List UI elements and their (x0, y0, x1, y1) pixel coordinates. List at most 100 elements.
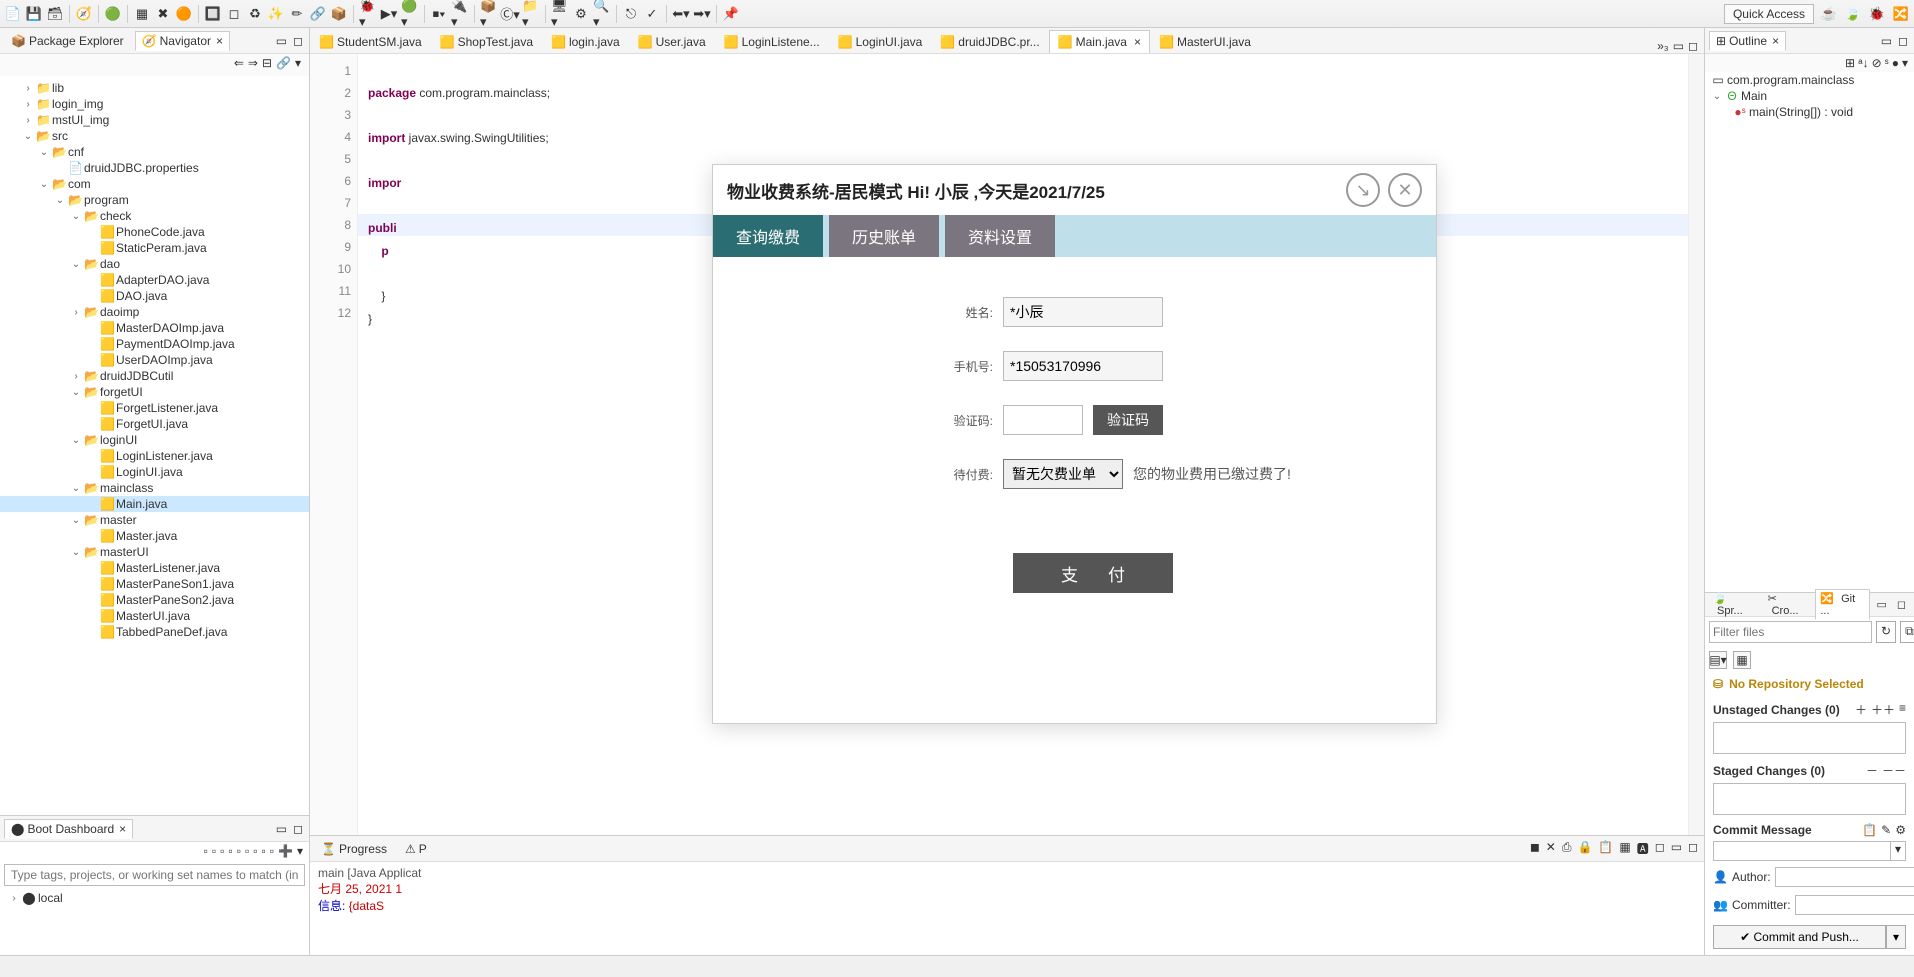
tab-boot-dashboard[interactable]: ⬤ Boot Dashboard × (4, 819, 133, 839)
author-input[interactable] (1775, 867, 1914, 887)
tab-query-pay[interactable]: 查询缴费 (713, 215, 823, 257)
new-pkg-icon[interactable]: 📦▾ (480, 5, 498, 23)
link-editor-icon[interactable]: 🔗 (276, 56, 291, 74)
tree-item[interactable]: ⌄📂master (0, 512, 309, 528)
compass-icon[interactable]: 🧭 (75, 5, 93, 23)
min-icon[interactable]: ▭ (274, 822, 289, 836)
outline-package[interactable]: ▭com.program.mainclass (1705, 72, 1914, 88)
editor-tab[interactable]: 🟨LoginUI.java (829, 30, 932, 53)
tree-item[interactable]: ⌄📂program (0, 192, 309, 208)
new-folder-icon[interactable]: 📁▾ (522, 5, 540, 23)
tree-item[interactable]: 🟨PaymentDAOImp.java (0, 336, 309, 352)
overflow-icon[interactable]: »₃ (1657, 39, 1669, 53)
editor-tab[interactable]: 🟨druidJDBC.pr... (931, 30, 1048, 53)
due-select[interactable]: 暂无欠费业单 (1003, 459, 1123, 489)
close-icon[interactable]: ✕ (1388, 173, 1422, 207)
pay-button[interactable]: 支付 (1013, 553, 1173, 593)
toggle2[interactable]: ▦ (1733, 651, 1751, 669)
bd-icon[interactable]: ▫ (204, 844, 208, 858)
ext-icon[interactable]: 🔌▾ (451, 5, 469, 23)
tree-item[interactable]: 🟨UserDAOImp.java (0, 352, 309, 368)
tree-item[interactable]: ⌄📂forgetUI (0, 384, 309, 400)
new-class-icon[interactable]: Ⓒ▾ (501, 5, 519, 23)
tab-spring[interactable]: 🍃 Spr... (1709, 590, 1762, 619)
relaunch-icon[interactable]: 🟠 (175, 5, 193, 23)
server-icon[interactable]: 🖥▾ (551, 5, 569, 23)
tree-item[interactable]: ›📁mstUI_img (0, 112, 309, 128)
outline-class[interactable]: ⌄ΘMain (1705, 88, 1914, 104)
refresh-icon[interactable]: ↻ (1876, 621, 1896, 643)
max-icon[interactable]: ◻ (1688, 39, 1698, 53)
overview-ruler[interactable] (1688, 54, 1704, 835)
stop2-icon[interactable]: ⏹▾ (430, 5, 448, 23)
tab-crosscut[interactable]: ✂ Cro... (1764, 590, 1814, 619)
max-icon[interactable]: ◻ (291, 822, 305, 836)
boot-icon[interactable]: 🟢 (104, 5, 122, 23)
boot-item-local[interactable]: ›⬤local (0, 890, 309, 906)
tab-navigator[interactable]: 🧭 Navigator × (135, 31, 230, 51)
tree-item[interactable]: ⌄📂mainclass (0, 480, 309, 496)
persp-java-icon[interactable]: ☕ (1820, 5, 1838, 23)
tree-item[interactable]: 🟨ForgetUI.java (0, 416, 309, 432)
editor-tab[interactable]: 🟨Main.java× (1049, 30, 1150, 53)
tree-item[interactable]: ›📂druidJDBCutil (0, 368, 309, 384)
tree-item[interactable]: ⌄📂masterUI (0, 544, 309, 560)
stop-icon[interactable]: ✖ (154, 5, 172, 23)
tree-item[interactable]: 🟨DAO.java (0, 288, 309, 304)
close-icon[interactable]: × (216, 34, 223, 48)
max-icon[interactable]: ◻ (291, 34, 305, 48)
boot-filter-input[interactable] (4, 864, 305, 886)
save-icon[interactable]: 💾 (25, 5, 43, 23)
outline-method[interactable]: ●ˢmain(String[]) : void (1705, 104, 1914, 120)
code-field[interactable] (1003, 405, 1083, 435)
run-icon[interactable]: ▶▾ (380, 5, 398, 23)
commit-msg-input[interactable] (1713, 841, 1891, 861)
fwd-icon[interactable]: ➡▾ (693, 5, 711, 23)
tree-item[interactable]: 🟨Master.java (0, 528, 309, 544)
tree-item[interactable]: 🟨AdapterDAO.java (0, 272, 309, 288)
editor-body[interactable]: 123456789101112 package com.program.main… (310, 54, 1704, 835)
min-icon[interactable]: ▭ (1673, 39, 1684, 53)
tree-item[interactable]: ⌄📂src (0, 128, 309, 144)
refresh-icon[interactable]: ♻ (246, 5, 264, 23)
toggle1[interactable]: ▤▾ (1709, 651, 1727, 669)
git-filter-input[interactable] (1709, 621, 1872, 643)
collapse-icon[interactable]: ⊟ (262, 56, 272, 74)
tree-item[interactable]: 🟨MasterListener.java (0, 560, 309, 576)
quick-access[interactable]: Quick Access (1724, 4, 1814, 24)
tree-item[interactable]: 📄druidJDBC.properties (0, 160, 309, 176)
persp-debug-icon[interactable]: 🐞 (1868, 5, 1886, 23)
nav-fwd-icon[interactable]: ⇒ (248, 56, 258, 74)
commit-dropdown[interactable]: ▾ (1886, 925, 1906, 949)
select-icon[interactable]: 🔲 (204, 5, 222, 23)
debug-icon[interactable]: 🐞▾ (359, 5, 377, 23)
editor-tab[interactable]: 🟨login.java (542, 30, 629, 53)
get-code-button[interactable]: 验证码 (1093, 405, 1163, 435)
tab-problems[interactable]: ⚠ P (398, 839, 434, 859)
tree-item[interactable]: ⌄📂dao (0, 256, 309, 272)
unstaged-box[interactable] (1713, 722, 1906, 754)
close-icon[interactable]: × (1772, 34, 1779, 48)
new-icon[interactable]: 📄 (4, 5, 22, 23)
minimize-icon[interactable]: ↘ (1346, 173, 1380, 207)
min-icon[interactable]: ▭ (274, 34, 289, 48)
close-icon[interactable]: × (1134, 35, 1141, 49)
tab-outline[interactable]: ⊞ Outline × (1709, 31, 1786, 51)
tree-item[interactable]: ⌄📂com (0, 176, 309, 192)
editor-tab[interactable]: 🟨User.java (629, 30, 715, 53)
pin-icon[interactable]: 📌 (722, 5, 740, 23)
save-all-icon[interactable]: 🗃 (46, 5, 64, 23)
tab-profile[interactable]: 资料设置 (945, 215, 1055, 257)
close-icon[interactable]: × (119, 822, 126, 836)
back-icon[interactable]: ⬅▾ (672, 5, 690, 23)
box-icon[interactable]: 📦 (330, 5, 348, 23)
tree-item[interactable]: 🟨TabbedPaneDef.java (0, 624, 309, 640)
menu-icon[interactable]: ▾ (295, 56, 301, 74)
tree-item[interactable]: 🟨ForgetListener.java (0, 400, 309, 416)
tab-git[interactable]: 🔀 Git ... (1815, 589, 1870, 620)
tree-item[interactable]: 🟨LoginUI.java (0, 464, 309, 480)
tree-item[interactable]: ⌄📂loginUI (0, 432, 309, 448)
pencil-icon[interactable]: ✏ (288, 5, 306, 23)
tab-history[interactable]: 历史账单 (829, 215, 939, 257)
tree-item[interactable]: ›📁lib (0, 80, 309, 96)
